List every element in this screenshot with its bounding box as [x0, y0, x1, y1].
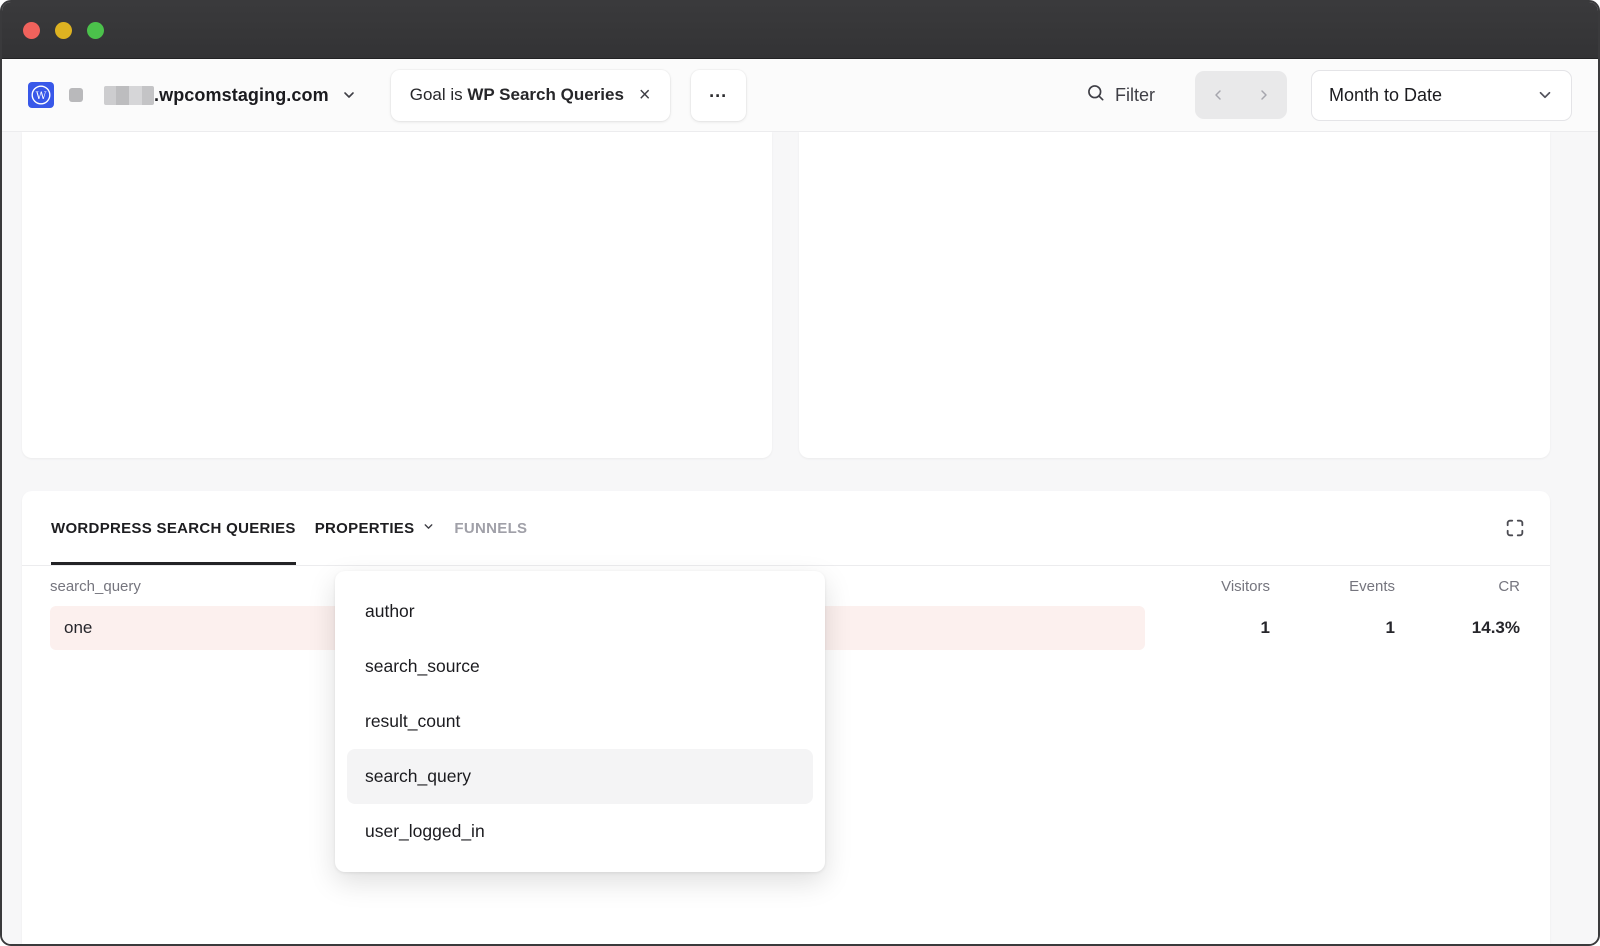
goal-filter-value: WP Search Queries [467, 85, 624, 105]
chevron-down-icon [422, 520, 435, 537]
prev-period-button[interactable] [1195, 71, 1241, 119]
dashboard-main: WORDPRESS SEARCH QUERIES PROPERTIES FUNN… [2, 132, 1598, 944]
menu-item-search-source[interactable]: search_source [335, 639, 825, 694]
minimize-window-button[interactable] [55, 22, 72, 39]
chart-card-right [799, 132, 1550, 458]
report-tabs: WORDPRESS SEARCH QUERIES PROPERTIES FUNN… [22, 491, 1550, 566]
search-queries-card: WORDPRESS SEARCH QUERIES PROPERTIES FUNN… [22, 491, 1550, 944]
redacted-site-prefix [104, 86, 154, 105]
menu-item-search-query[interactable]: search_query [347, 749, 813, 804]
site-domain: .wpcomstaging.com [154, 85, 329, 106]
site-selector[interactable]: W .wpcomstaging.com [28, 82, 357, 108]
dashboard-header: W .wpcomstaging.com Goal is WP Search Qu… [2, 59, 1598, 132]
column-header-visitors: Visitors [1145, 578, 1270, 595]
tab-properties[interactable]: PROPERTIES [315, 491, 436, 565]
date-range-select[interactable]: Month to Date [1311, 70, 1572, 121]
row-events-value: 1 [1270, 618, 1395, 638]
svg-text:W: W [36, 90, 47, 102]
filter-button-label: Filter [1115, 85, 1155, 106]
goal-filter-prefix: Goal is [410, 85, 468, 105]
menu-item-author[interactable]: author [335, 584, 825, 639]
header-right-group: Filter Month to Date [1086, 70, 1572, 121]
row-cr-value: 14.3% [1395, 618, 1520, 638]
date-range-value: Month to Date [1329, 85, 1442, 106]
tab-funnels[interactable]: FUNNELS [454, 491, 527, 565]
properties-dropdown-menu: author search_source result_count search… [335, 571, 825, 872]
menu-item-user-logged-in[interactable]: user_logged_in [335, 804, 825, 859]
app-window: W .wpcomstaging.com Goal is WP Search Qu… [0, 0, 1600, 946]
expand-icon[interactable] [1504, 517, 1526, 539]
menu-item-result-count[interactable]: result_count [335, 694, 825, 749]
zoom-window-button[interactable] [87, 22, 104, 39]
search-icon [1086, 83, 1106, 108]
row-name: one [64, 618, 92, 638]
goal-filter-pill[interactable]: Goal is WP Search Queries × [391, 70, 670, 121]
macos-titlebar [2, 2, 1598, 59]
tab-wordpress-search-queries[interactable]: WORDPRESS SEARCH QUERIES [51, 491, 296, 565]
chart-card-left [22, 132, 772, 458]
tab-properties-label: PROPERTIES [315, 520, 415, 537]
column-header-cr: CR [1395, 578, 1520, 595]
date-nav-group [1195, 71, 1287, 119]
row-visitors-value: 1 [1145, 618, 1270, 638]
next-period-button[interactable] [1241, 71, 1287, 119]
chevron-down-icon [341, 87, 357, 103]
column-header-events: Events [1270, 578, 1395, 595]
remove-filter-icon[interactable]: × [639, 85, 651, 105]
close-window-button[interactable] [23, 22, 40, 39]
filter-button[interactable]: Filter [1086, 83, 1155, 108]
more-filters-button[interactable]: ... [691, 70, 746, 121]
wordpress-icon: W [28, 82, 54, 108]
redacted-favicon [69, 88, 83, 102]
chevron-down-icon [1536, 86, 1554, 104]
